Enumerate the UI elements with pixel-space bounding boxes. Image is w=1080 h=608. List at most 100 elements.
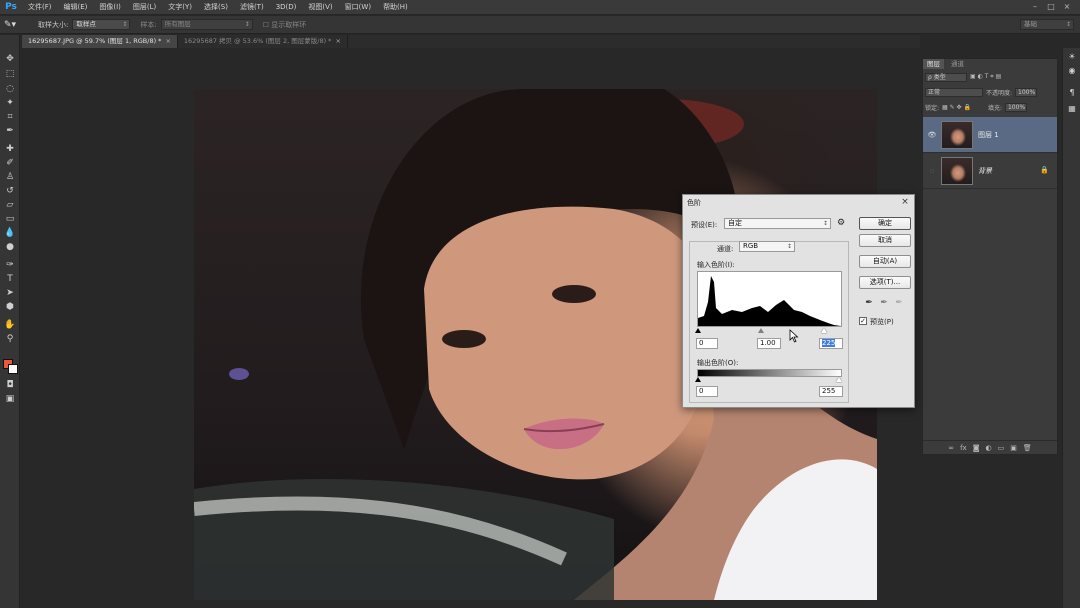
mask-icon[interactable]: ◙ (973, 444, 980, 452)
tab-document-1[interactable]: 16295687.JPG @ 59.7% (图层 1, RGB/8) * × (22, 35, 178, 48)
pen-tool-icon[interactable]: ✑ (3, 259, 17, 271)
type-tool-icon[interactable]: T (3, 273, 17, 285)
gray-eyedropper-icon[interactable]: ✒ (879, 298, 889, 308)
trash-icon[interactable]: 🗑 (1023, 444, 1032, 452)
lock-icons[interactable]: ▦ ✎ ✥ 🔒 (942, 104, 971, 111)
paragraph-icon[interactable]: ¶ (1067, 88, 1077, 98)
move-tool-icon[interactable]: ✥ (3, 53, 17, 65)
close-icon[interactable]: × (900, 197, 910, 207)
layers-footer: ∞ fx ◙ ◐ ▭ ▣ 🗑 (923, 440, 1057, 454)
layer-row-layer-1[interactable]: 👁 图层 1 (923, 117, 1057, 153)
menu-help[interactable]: 帮助(H) (377, 0, 414, 15)
blur-tool-icon[interactable]: 💧 (3, 227, 17, 239)
options-button[interactable]: 选项(T)... (859, 276, 911, 289)
input-white-field[interactable]: 225 (819, 338, 843, 349)
eyedropper-tool-icon[interactable]: ✒ (3, 125, 17, 137)
screen-mode-icon[interactable]: ▣ (3, 393, 17, 405)
eraser-tool-icon[interactable]: ▱ (3, 199, 17, 211)
background-color-swatch[interactable] (8, 364, 18, 374)
output-white-field[interactable]: 255 (819, 386, 843, 397)
preset-options-gear-icon[interactable]: ⚙ (837, 218, 845, 228)
adjustment-layer-icon[interactable]: ◐ (986, 444, 992, 452)
eye-hidden-icon[interactable]: ▫ (927, 166, 937, 176)
cancel-button[interactable]: 取消 (859, 234, 911, 247)
panel-icon-strip: ☀ ◉ ¶ ▦ (1062, 48, 1080, 608)
sample-select[interactable]: 所有图层 (160, 19, 253, 30)
show-ring-checkbox[interactable]: ☐ 显示取样环 (259, 20, 311, 30)
close-tab-icon[interactable]: × (165, 37, 170, 45)
quick-select-tool-icon[interactable]: ✦ (3, 97, 17, 109)
quick-mask-icon[interactable]: ◘ (3, 379, 17, 391)
zoom-tool-icon[interactable]: ⚲ (3, 333, 17, 345)
opacity-input[interactable]: 100% (1015, 87, 1038, 97)
link-icon[interactable]: ∞ (948, 444, 954, 452)
input-black-field[interactable]: 0 (696, 338, 718, 349)
channel-label: 通道: (717, 245, 734, 253)
filter-icons[interactable]: ▣ ◐ T ⌗ ▤ (970, 73, 1001, 81)
eyedropper-icon[interactable]: ✎▾ (0, 20, 34, 30)
new-layer-icon[interactable]: ▣ (1010, 444, 1017, 452)
stamp-tool-icon[interactable]: ♙ (3, 171, 17, 183)
maximize-icon[interactable]: □ (1046, 2, 1056, 12)
tab-layers[interactable]: 图层 (923, 59, 944, 69)
auto-button[interactable]: 自动(A) (859, 255, 911, 268)
swatches-icon[interactable]: ▦ (1067, 104, 1077, 114)
fx-icon[interactable]: fx (960, 444, 967, 452)
crop-tool-icon[interactable]: ⌗ (3, 111, 17, 123)
layer-row-background[interactable]: ▫ 背景 🔒 (923, 153, 1057, 189)
ok-button[interactable]: 确定 (859, 217, 911, 230)
input-white-slider[interactable] (821, 328, 827, 333)
workspace-select[interactable]: 基础 (1020, 19, 1074, 30)
eye-icon[interactable]: 👁 (927, 130, 937, 140)
shape-tool-icon[interactable]: ⬢ (3, 301, 17, 313)
menu-layer[interactable]: 图层(L) (127, 0, 162, 15)
channel-select[interactable]: RGB (739, 241, 795, 252)
tab-label: 16295687 拷贝 @ 53.6% (图层 2, 图层蒙版/8) * (183, 37, 332, 45)
preview-checkbox[interactable]: ✓ (859, 317, 867, 325)
gradient-tool-icon[interactable]: ▭ (3, 213, 17, 225)
menu-filter[interactable]: 滤镜(T) (234, 0, 270, 15)
menu-image[interactable]: 图像(I) (93, 0, 127, 15)
layer-name[interactable]: 背景 (978, 166, 992, 176)
adjustments-icon[interactable]: ☀ (1067, 52, 1077, 62)
preset-label: 预设(E): (691, 221, 718, 229)
output-white-slider[interactable] (836, 377, 842, 382)
styles-icon[interactable]: ◉ (1067, 66, 1077, 76)
menu-window[interactable]: 窗口(W) (339, 0, 377, 15)
fill-input[interactable]: 100% (1004, 102, 1027, 112)
preset-select[interactable]: 自定 (724, 218, 831, 229)
menu-select[interactable]: 选择(S) (198, 0, 234, 15)
layer-filter-select[interactable]: ρ 类型 (925, 72, 967, 82)
menu-file[interactable]: 文件(F) (22, 0, 58, 15)
menu-edit[interactable]: 编辑(E) (58, 0, 94, 15)
hand-tool-icon[interactable]: ✋ (3, 319, 17, 331)
black-eyedropper-icon[interactable]: ✒ (864, 298, 874, 308)
input-gamma-field[interactable]: 1.00 (757, 338, 781, 349)
brush-tool-icon[interactable]: ✐ (3, 157, 17, 169)
minimize-icon[interactable]: – (1030, 2, 1040, 12)
sample-size-select[interactable]: 取样点 (72, 19, 131, 30)
output-black-field[interactable]: 0 (696, 386, 718, 397)
output-black-slider[interactable] (695, 377, 701, 382)
tab-document-2[interactable]: 16295687 拷贝 @ 53.6% (图层 2, 图层蒙版/8) * × (178, 35, 348, 48)
marquee-tool-icon[interactable]: ⬚ (3, 68, 17, 80)
lasso-tool-icon[interactable]: ◌ (3, 83, 17, 95)
blend-mode-select[interactable]: 正常 (925, 87, 983, 97)
history-brush-icon[interactable]: ↺ (3, 185, 17, 197)
tab-channels[interactable]: 通道 (947, 59, 968, 69)
menu-type[interactable]: 文字(Y) (162, 0, 198, 15)
close-tab-icon[interactable]: × (335, 37, 340, 45)
dodge-tool-icon[interactable]: ● (3, 241, 17, 253)
close-window-icon[interactable]: × (1062, 2, 1072, 12)
layer-name[interactable]: 图层 1 (978, 130, 999, 140)
menu-3d[interactable]: 3D(D) (270, 0, 303, 15)
white-eyedropper-icon[interactable]: ✒ (894, 298, 904, 308)
input-gamma-slider[interactable] (758, 328, 764, 333)
group-icon[interactable]: ▭ (998, 444, 1005, 452)
path-select-tool-icon[interactable]: ➤ (3, 287, 17, 299)
healing-brush-icon[interactable]: ✚ (3, 143, 17, 155)
menu-view[interactable]: 视图(V) (302, 0, 338, 15)
lock-icon: 🔒 (1040, 166, 1049, 174)
input-black-slider[interactable] (695, 328, 701, 333)
tab-label: 16295687.JPG @ 59.7% (图层 1, RGB/8) * (28, 37, 162, 45)
